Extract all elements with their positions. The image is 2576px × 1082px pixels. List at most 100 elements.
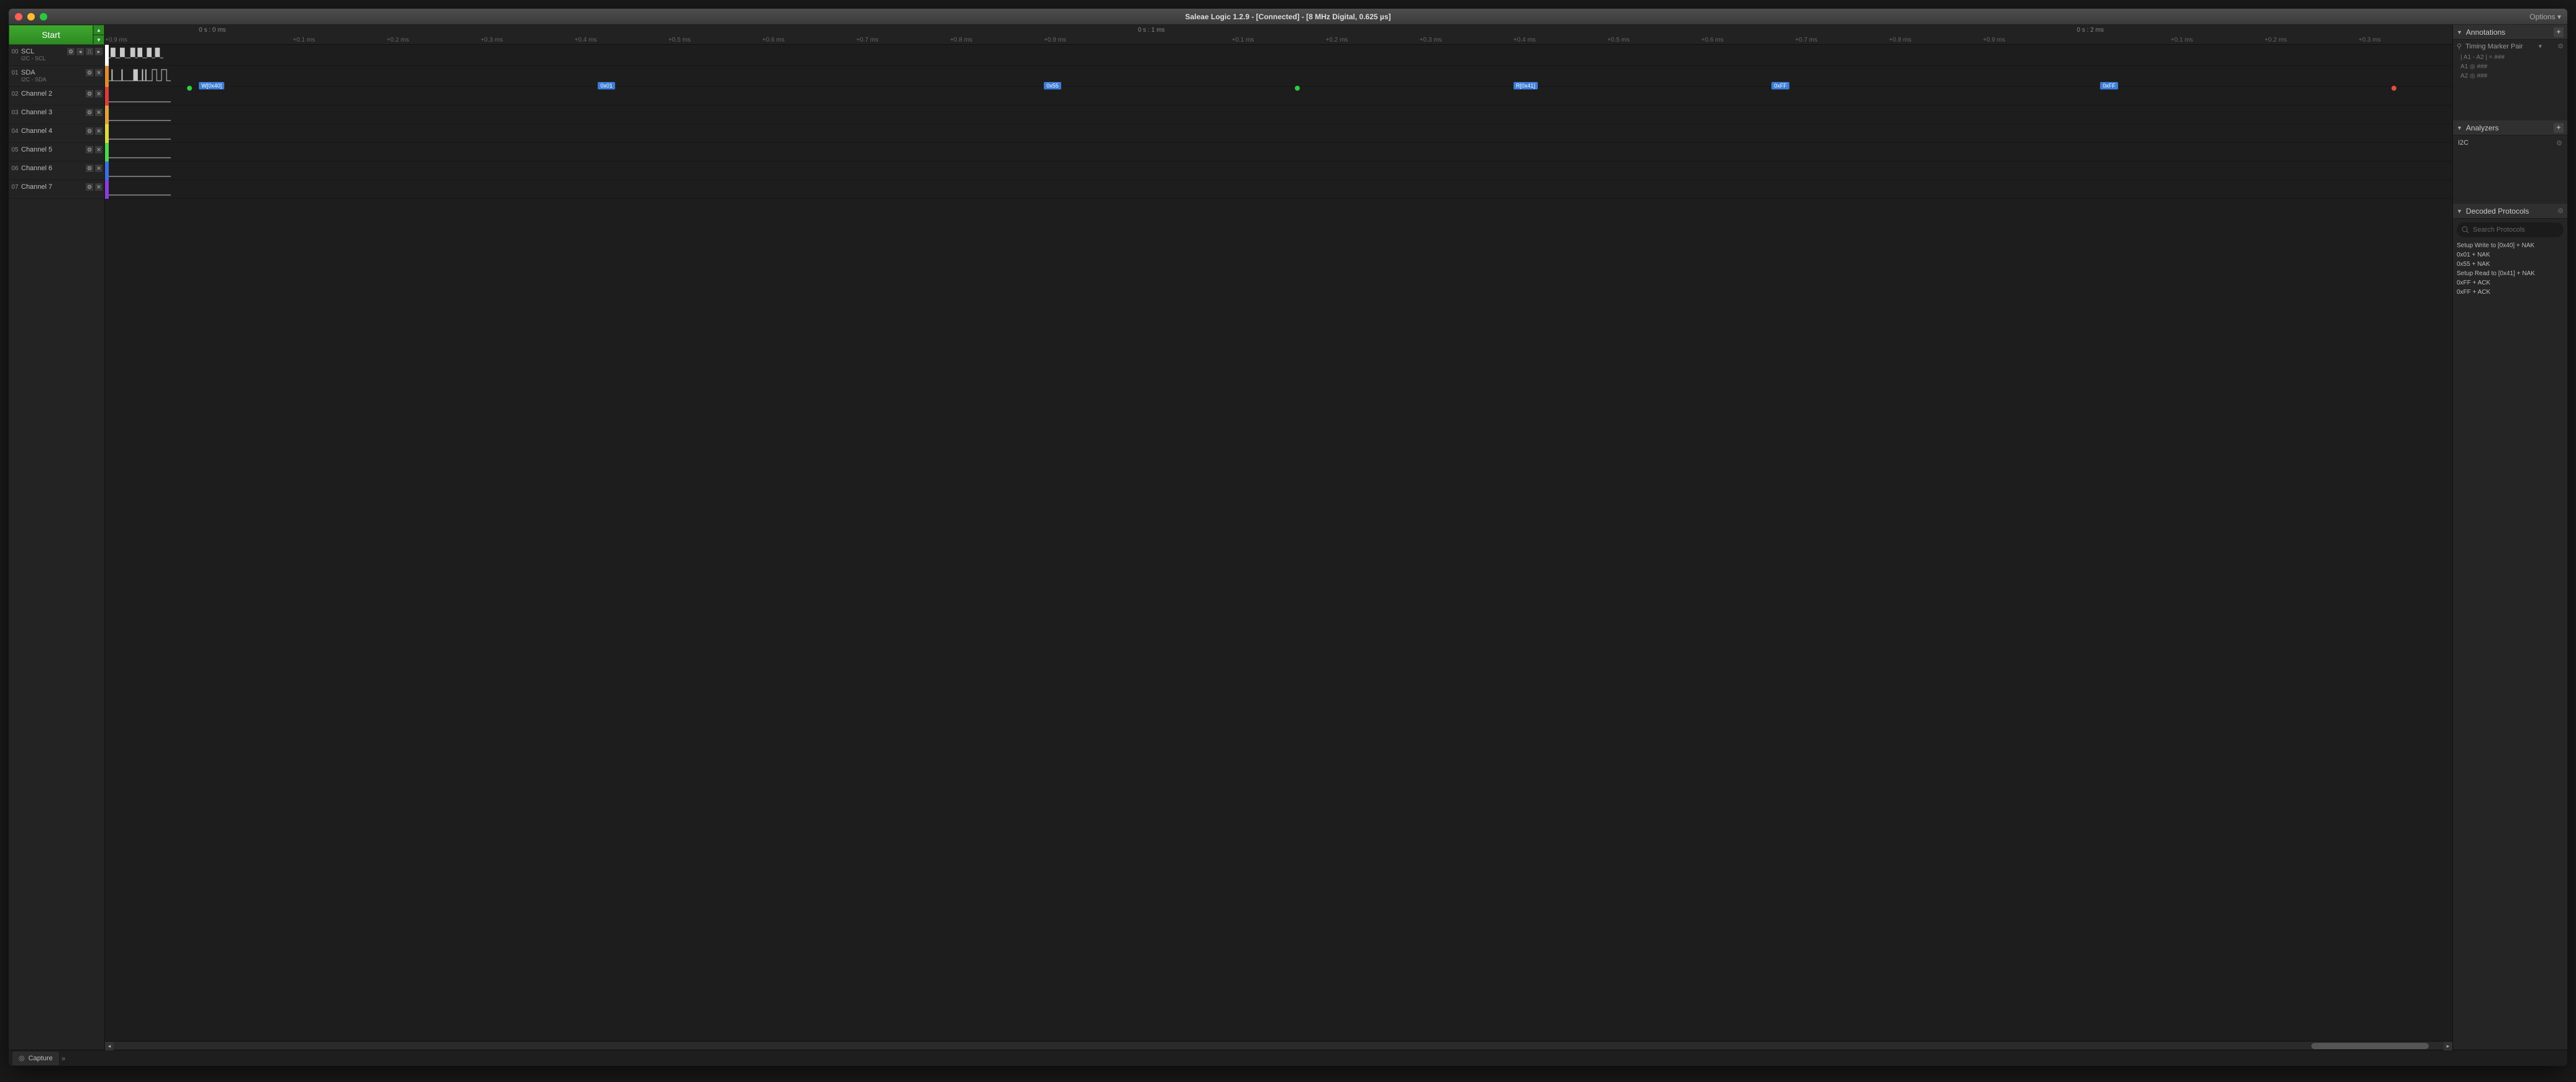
horizontal-scrollbar[interactable]: ◂ ▸ <box>105 1041 2452 1050</box>
channel-close-button[interactable]: ✕ <box>94 89 103 98</box>
channel-row: 00 SCL I2C - SCL ⚙ ◂ ⎍ ▸ <box>9 45 104 66</box>
tab-capture[interactable]: ◎ Capture <box>12 1052 59 1065</box>
ruler-minor-label: +0.7 ms <box>856 37 879 43</box>
add-annotation-button[interactable]: + <box>2554 27 2564 37</box>
channel-trigger-edge-button[interactable]: ⎍ <box>85 47 94 56</box>
channel-trigger-right-button[interactable]: ▸ <box>94 47 103 56</box>
waveform-row[interactable] <box>109 161 2452 180</box>
window-title: Saleae Logic 1.2.9 - [Connected] - [8 MH… <box>9 12 2567 21</box>
channel-close-button[interactable]: ✕ <box>94 183 103 191</box>
channel-index: 05 <box>9 144 21 153</box>
analyzer-gear-icon[interactable]: ⚙ <box>2556 139 2562 147</box>
channel-gear-button[interactable]: ⚙ <box>66 47 75 56</box>
waveform-row[interactable] <box>109 106 2452 124</box>
waveform-row[interactable] <box>109 143 2452 161</box>
channel-gear-button[interactable]: ⚙ <box>85 68 94 77</box>
waveform-row[interactable] <box>109 124 2452 143</box>
minimize-window-button[interactable] <box>27 13 35 20</box>
ruler-minor-label: +0.3 ms <box>2359 37 2381 43</box>
add-analyzer-button[interactable]: + <box>2554 123 2564 133</box>
analyzers-header[interactable]: ▼ Analyzers + <box>2453 120 2567 135</box>
channel-gear-button[interactable]: ⚙ <box>85 183 94 191</box>
channel-name[interactable]: Channel 2 <box>21 90 85 98</box>
flat-signal <box>109 180 171 199</box>
channel-list: 00 SCL I2C - SCL ⚙ ◂ ⎍ ▸ 01 SDA I2C - SD… <box>9 45 104 1050</box>
ruler-minor-label: +0.3 ms <box>480 37 503 43</box>
waveform-row[interactable] <box>109 45 2452 66</box>
search-placeholder: Search Protocols <box>2473 226 2525 234</box>
channel-close-button[interactable]: ✕ <box>94 127 103 135</box>
decoded-header[interactable]: ▼ Decoded Protocols ⚙ <box>2453 204 2567 219</box>
start-marker[interactable] <box>187 86 192 91</box>
ruler-major-label: 0 s : 2 ms <box>2077 27 2104 34</box>
analyzers-title: Analyzers <box>2466 124 2499 132</box>
analyzer-item[interactable]: I2C ⚙ <box>2453 135 2567 151</box>
scroll-left-button[interactable]: ◂ <box>105 1042 114 1050</box>
start-arrow-down-button[interactable]: ▼ <box>93 35 104 45</box>
decoded-entry[interactable]: Setup Write to [0x40] + NAK <box>2457 241 2564 250</box>
channel-close-button[interactable]: ✕ <box>94 108 103 117</box>
decoded-entry[interactable]: 0x01 + NAK <box>2457 250 2564 260</box>
flat-signal <box>109 161 171 180</box>
ruler-minor-label: +0.8 ms <box>1889 37 1911 43</box>
decode-tag[interactable]: R[0x41] <box>1514 82 1538 89</box>
time-ruler[interactable]: 0 s : 0 ms0 s : 1 ms0 s : 2 ms+0.9 ms+0.… <box>105 25 2452 45</box>
stop-marker[interactable] <box>2391 86 2396 91</box>
channel-name[interactable]: Channel 5 <box>21 146 85 153</box>
options-menu-button[interactable]: Options <box>2529 12 2561 21</box>
scroll-thumb[interactable] <box>2311 1043 2429 1049</box>
channel-close-button[interactable]: ✕ <box>94 145 103 154</box>
channel-gear-button[interactable]: ⚙ <box>85 108 94 117</box>
tab-more-button[interactable]: » <box>62 1054 66 1063</box>
main-area: Start ▲ ▼ 00 SCL I2C - SCL ⚙ ◂ ⎍ ▸ 01 SD… <box>9 25 2567 1050</box>
decode-tag[interactable]: 0xFF <box>2100 82 2118 89</box>
channel-name[interactable]: Channel 6 <box>21 165 85 172</box>
channel-row: 04 Channel 4 ⚙ ✕ <box>9 124 104 143</box>
channel-gear-button[interactable]: ⚙ <box>85 145 94 154</box>
channel-name[interactable]: Channel 4 <box>21 127 85 135</box>
collapse-icon: ▼ <box>2457 125 2462 131</box>
decoded-gear-icon[interactable]: ⚙ <box>2557 207 2564 215</box>
tab-bar: ◎ Capture » <box>9 1050 2567 1066</box>
zoom-window-button[interactable] <box>40 13 47 20</box>
channel-name[interactable]: Channel 3 <box>21 109 85 116</box>
scroll-right-button[interactable]: ▸ <box>2444 1042 2452 1050</box>
decode-tag[interactable]: W[0x40] <box>199 82 224 89</box>
channel-close-button[interactable]: ✕ <box>94 68 103 77</box>
channel-close-button[interactable]: ✕ <box>94 164 103 173</box>
channel-name[interactable]: Channel 7 <box>21 183 85 191</box>
channel-gear-button[interactable]: ⚙ <box>85 89 94 98</box>
timing-pair-label: Timing Marker Pair <box>2465 43 2523 50</box>
timing-a2: A2 ◎ ### <box>2453 71 2567 81</box>
start-capture-button[interactable]: Start <box>9 25 93 45</box>
waveform-row[interactable] <box>109 180 2452 199</box>
ruler-minor-label: +0.5 ms <box>1607 37 1630 43</box>
decoded-entry[interactable]: 0xFF + ACK <box>2457 288 2564 297</box>
decode-tag[interactable]: 0x01 <box>598 82 615 89</box>
ruler-minor-label: +0.2 ms <box>1326 37 1348 43</box>
channel-gear-button[interactable]: ⚙ <box>85 164 94 173</box>
sidebar-left: Start ▲ ▼ 00 SCL I2C - SCL ⚙ ◂ ⎍ ▸ 01 SD… <box>9 25 105 1050</box>
waveform-area[interactable]: W[0x40] 0x01 0x55 R[0x41] 0xFF 0xFF <box>105 45 2452 1041</box>
annotations-header[interactable]: ▼ Annotations + <box>2453 25 2567 40</box>
channel-index: 04 <box>9 125 21 135</box>
decoded-entry[interactable]: 0xFF + ACK <box>2457 278 2564 288</box>
close-window-button[interactable] <box>15 13 22 20</box>
protocol-search-input[interactable]: Search Protocols <box>2457 222 2564 237</box>
pin-icon: ⚲ <box>2457 42 2462 50</box>
channel-trigger-left-button[interactable]: ◂ <box>76 47 84 56</box>
decode-tag[interactable]: 0x55 <box>1044 82 1061 89</box>
ruler-minor-label: +0.9 ms <box>1044 37 1066 43</box>
annotation-gear-icon[interactable]: ⚙ <box>2557 42 2564 50</box>
channel-name[interactable]: SDA <box>21 69 85 76</box>
decode-tag[interactable]: 0xFF <box>1771 82 1789 89</box>
channel-gear-button[interactable]: ⚙ <box>85 127 94 135</box>
decoded-entry[interactable]: Setup Read to [0x41] + NAK <box>2457 269 2564 278</box>
timing-expr: | A1 - A2 | = ### <box>2453 53 2567 62</box>
flat-signal <box>109 87 171 106</box>
channel-name[interactable]: SCL <box>21 48 66 55</box>
annotation-dropdown-icon[interactable]: ▾ <box>2539 42 2542 50</box>
waveform-row[interactable] <box>109 87 2452 106</box>
decoded-entry[interactable]: 0x55 + NAK <box>2457 260 2564 269</box>
start-arrow-up-button[interactable]: ▲ <box>93 25 104 35</box>
